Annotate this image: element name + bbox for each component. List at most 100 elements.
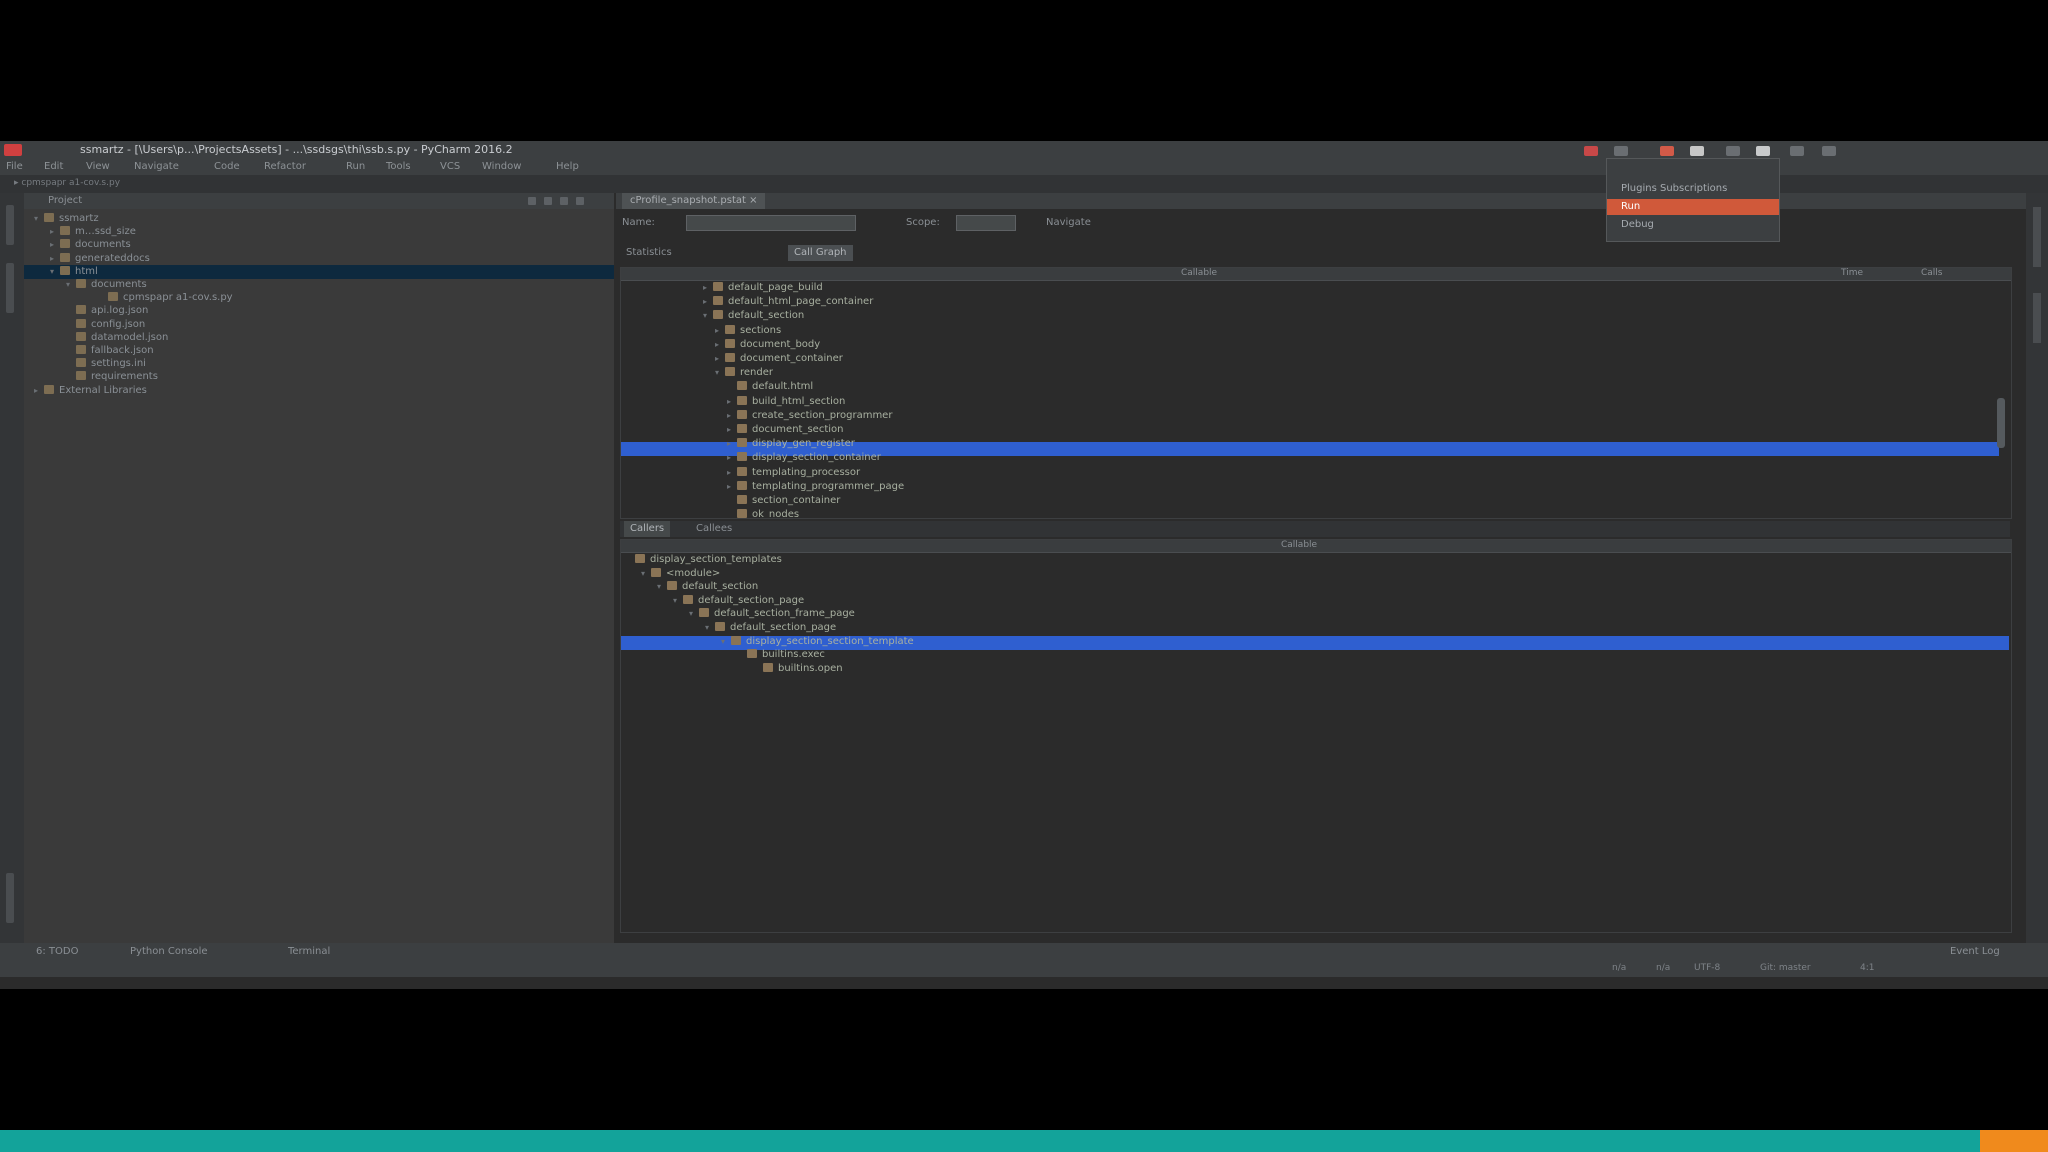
status-vcs-branch[interactable]: Git: master [1760, 963, 1811, 973]
callee-row[interactable]: ▾ default_section [657, 581, 758, 595]
project-tree-item[interactable]: settings.ini [66, 358, 146, 372]
editor-tab[interactable]: cProfile_snapshot.pstat × [622, 193, 766, 209]
python-console-button[interactable]: Python Console [130, 946, 208, 957]
expand-arrow-icon[interactable]: ▸ [727, 425, 737, 434]
table-row[interactable]: ▸ default_html_page_container [703, 296, 873, 310]
table-row[interactable]: default.html [727, 381, 813, 395]
project-tree-item[interactable]: datamodel.json [66, 331, 168, 346]
project-tree-item[interactable]: config.json [66, 318, 145, 333]
hide-icon[interactable] [576, 197, 584, 205]
callee-row[interactable]: ▾ <module> [641, 567, 720, 582]
table-row[interactable]: ▸ create_section_programmer [727, 409, 892, 424]
expand-arrow-icon[interactable]: ▾ [705, 623, 715, 632]
sync-icon[interactable] [528, 197, 536, 205]
expand-arrow-icon[interactable]: ▸ [715, 340, 725, 349]
expand-arrow-icon[interactable]: ▸ [727, 439, 737, 448]
table-row[interactable]: ▸ display_section_container [727, 452, 881, 466]
name-filter-input[interactable] [686, 215, 856, 231]
profile-icon[interactable] [1660, 146, 1674, 156]
expand-arrow-icon[interactable]: ▸ [727, 411, 737, 420]
column-header-calls[interactable]: Calls [1921, 268, 1943, 278]
event-log-button[interactable]: Event Log [1950, 946, 2000, 957]
project-tree-item[interactable]: ▸ External Libraries [34, 384, 147, 399]
close-icon[interactable] [4, 144, 22, 156]
breadcrumb[interactable]: ▸ cpmspapr a1-cov.s.py [14, 178, 120, 188]
popup-item-plugins[interactable]: Plugins Subscriptions [1607, 181, 1779, 197]
callees-column-header[interactable]: Callable [1281, 540, 1317, 550]
expand-arrow-icon[interactable]: ▸ [727, 397, 737, 406]
expand-arrow-icon[interactable]: ▸ [727, 453, 737, 462]
expand-arrow-icon[interactable]: ▸ [50, 254, 60, 263]
run-config-icon[interactable] [1614, 146, 1628, 156]
stop-icon[interactable] [1584, 146, 1598, 156]
project-tree-item[interactable]: requirements [66, 371, 158, 385]
expand-arrow-icon[interactable]: ▸ [715, 326, 725, 335]
popup-item-run[interactable]: Run [1607, 199, 1779, 215]
table-row[interactable]: ok_nodes [727, 509, 799, 518]
expand-arrow-icon[interactable]: ▸ [703, 283, 713, 292]
project-tree-item[interactable]: ▾ ssmartz [34, 213, 99, 227]
table-row[interactable]: section_container [727, 495, 840, 509]
menu-help[interactable]: Help [556, 161, 579, 172]
structure-tool-button[interactable] [6, 263, 14, 313]
table-row[interactable]: ▸ build_html_section [727, 395, 845, 410]
expand-arrow-icon[interactable]: ▾ [703, 311, 713, 320]
project-tree-item[interactable]: ▾ documents [66, 279, 147, 293]
expand-arrow-icon[interactable]: ▾ [721, 637, 731, 646]
table-row[interactable]: ▸ sections [715, 324, 781, 339]
project-tree-item[interactable]: fallback.json [66, 345, 154, 359]
callee-row[interactable]: builtins.open [753, 662, 843, 677]
column-header-callable[interactable]: Callable [1181, 268, 1217, 278]
callee-row[interactable]: ▾ default_section_page [673, 594, 804, 609]
table-row[interactable]: ▸ default_page_build [703, 282, 823, 296]
tab-statistics[interactable]: Statistics [620, 245, 678, 261]
coverage-icon[interactable] [1726, 146, 1740, 156]
menu-refactor[interactable]: Refactor [264, 161, 306, 172]
popup-item-debug[interactable]: Debug [1607, 217, 1779, 233]
favorites-tool-button[interactable] [6, 873, 14, 923]
expand-arrow-icon[interactable]: ▾ [715, 368, 725, 377]
project-tree-item[interactable]: ▸ m…ssd_size [50, 226, 136, 240]
column-header-time[interactable]: Time [1841, 268, 1863, 278]
expand-arrow-icon[interactable]: ▸ [34, 386, 44, 395]
callee-row[interactable]: ▾ display_section_section_template [721, 635, 914, 650]
menu-run[interactable]: Run [346, 161, 365, 172]
tab-callees[interactable]: Callees [690, 521, 738, 537]
scope-select[interactable] [956, 215, 1016, 231]
table-row[interactable]: ▸ document_body [715, 338, 820, 353]
table-row[interactable]: ▸ display_gen_register [727, 438, 855, 452]
project-tree-item[interactable]: ▸ generateddocs [50, 252, 150, 267]
search-icon[interactable] [1822, 146, 1836, 156]
project-tree-item[interactable]: api.log.json [66, 305, 148, 319]
expand-arrow-icon[interactable]: ▸ [727, 482, 737, 491]
expand-arrow-icon[interactable]: ▾ [66, 280, 76, 289]
expand-arrow-icon[interactable]: ▾ [673, 596, 683, 605]
menu-view[interactable]: View [86, 161, 110, 172]
debug-icon[interactable] [1690, 146, 1704, 156]
callee-row[interactable]: ▾ default_section_frame_page [689, 608, 855, 622]
sciview-tool-button[interactable] [2033, 293, 2041, 343]
expand-arrow-icon[interactable]: ▾ [641, 569, 651, 578]
project-tree-item[interactable]: ▸ documents [50, 239, 131, 253]
menu-vcs[interactable]: VCS [440, 161, 460, 172]
table-row[interactable]: ▾ render [715, 367, 773, 381]
gear-icon[interactable] [560, 197, 568, 205]
expand-arrow-icon[interactable]: ▸ [703, 297, 713, 306]
expand-arrow-icon[interactable]: ▾ [689, 609, 699, 618]
expand-arrow-icon[interactable]: ▾ [50, 267, 60, 276]
tab-callers[interactable]: Callers [624, 521, 671, 537]
callee-row[interactable]: ▾ default_section_page [705, 622, 836, 636]
todo-tool-button[interactable]: 6: TODO [36, 946, 78, 957]
table-row[interactable]: ▸ document_section [727, 424, 843, 438]
table-scrollbar[interactable] [1997, 398, 2005, 448]
expand-arrow-icon[interactable]: ▸ [715, 354, 725, 363]
expand-arrow-icon[interactable]: ▸ [50, 240, 60, 249]
collapse-icon[interactable] [544, 197, 552, 205]
menu-window[interactable]: Window [482, 161, 521, 172]
expand-arrow-icon[interactable]: ▾ [657, 582, 667, 591]
expand-arrow-icon[interactable]: ▸ [727, 468, 737, 477]
menu-edit[interactable]: Edit [44, 161, 63, 172]
project-tree-item[interactable]: ▾ html [50, 265, 98, 280]
menu-tools[interactable]: Tools [386, 161, 411, 172]
table-row[interactable]: ▸ templating_processor [727, 466, 860, 481]
